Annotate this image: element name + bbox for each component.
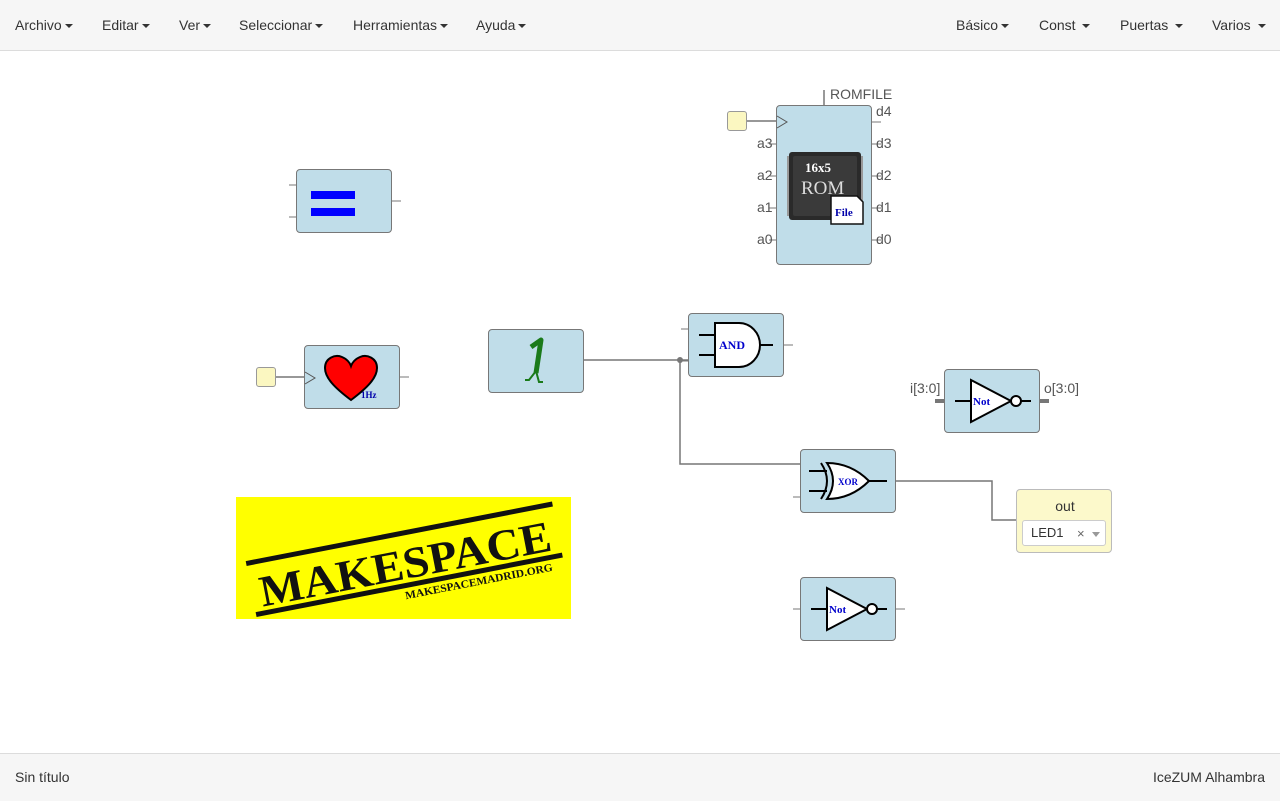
rom-input-a0: a0 [757, 231, 773, 247]
board-name[interactable]: IceZUM Alhambra [1153, 754, 1265, 801]
rom-input-a2: a2 [757, 167, 773, 183]
xor-gate-block[interactable]: XOR [793, 449, 896, 513]
not-bus-output-label: o[3:0] [1044, 380, 1080, 396]
and-gate-block[interactable]: AND [681, 313, 793, 377]
chevron-down-icon[interactable] [1092, 532, 1100, 537]
not-bus-label-text: Not [973, 396, 990, 408]
rom-input-a3: a3 [757, 135, 773, 151]
output-pin-block[interactable]: out LED1 × [1016, 489, 1112, 553]
heart-icon: 1Hz [304, 355, 409, 402]
heart-freq-text: 1Hz [361, 390, 377, 400]
output-pin-label: out [1055, 498, 1075, 514]
heartbeat-block[interactable]: 1Hz [304, 345, 409, 409]
rom-clock-input[interactable] [727, 111, 747, 131]
output-pin-select[interactable]: LED1 × [1022, 520, 1106, 546]
file-name: Sin título [15, 769, 70, 785]
rom-input-a1: a1 [757, 199, 773, 215]
rom-output-d2: d2 [876, 167, 892, 183]
rom-output-d0: d0 [876, 231, 892, 247]
xor-label-text: XOR [838, 477, 859, 487]
output-pin-value: LED1 [1031, 525, 1064, 540]
not-gate-block[interactable]: Not [793, 577, 905, 641]
rom-size-text: 16x5 [805, 160, 832, 175]
and-label-text: AND [719, 338, 745, 352]
not-bus-block[interactable]: Not [944, 369, 1040, 433]
const-one-block[interactable] [488, 329, 584, 393]
rom-output-d3: d3 [876, 135, 892, 151]
and-gate-icon: AND [681, 322, 793, 368]
xor-gate-icon: XOR [793, 461, 887, 501]
clear-icon[interactable]: × [1077, 526, 1085, 541]
const-one-icon [525, 337, 544, 383]
rom-output-d4: d4 [876, 103, 892, 119]
rom-param-label: ROMFILE [830, 86, 893, 102]
rom-file-text: File [835, 207, 853, 219]
heart-clock-input[interactable] [256, 367, 276, 387]
not-bus-input-label: i[3:0] [910, 380, 941, 396]
wire-xor-to-out [896, 480, 1016, 521]
makespace-logo: MAKESPACE MAKESPACEMADRID.ORG [236, 497, 571, 619]
rom-chip-icon: 16x5 ROM File [769, 115, 881, 241]
footer-bar: Sin título IceZUM Alhambra [0, 753, 1280, 801]
wires-layer [276, 90, 1049, 521]
rom-output-d1: d1 [876, 199, 892, 215]
equal-block[interactable] [289, 169, 401, 233]
not-label-text: Not [829, 604, 846, 616]
wire-junction [677, 357, 683, 363]
rom-block[interactable]: 16x5 ROM File [769, 105, 881, 265]
makespace-logo-image: MAKESPACE MAKESPACEMADRID.ORG [245, 501, 563, 618]
equal-sign-icon [289, 184, 401, 218]
not-gate-icon: Not [793, 586, 905, 632]
not-gate-icon: Not [955, 378, 1031, 424]
